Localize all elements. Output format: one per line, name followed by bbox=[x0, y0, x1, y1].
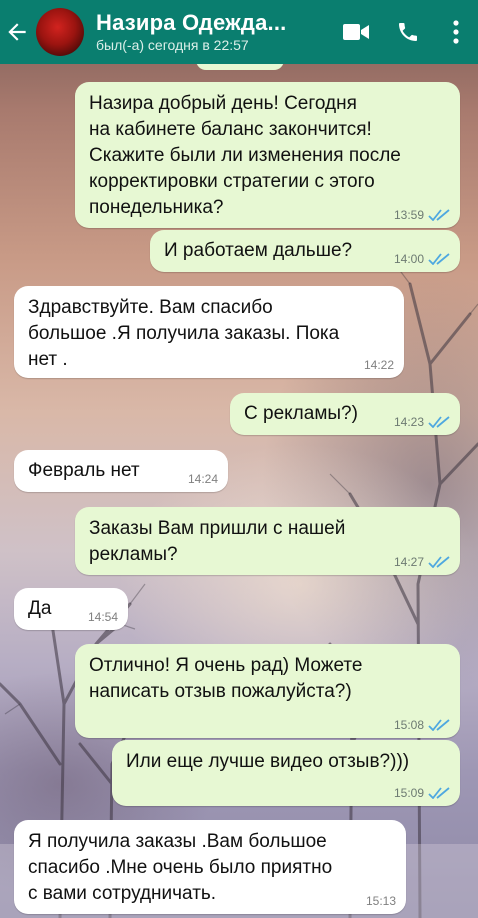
read-receipt-icon bbox=[428, 253, 450, 265]
message-outgoing[interactable]: Или еще лучше видео отзыв?))) 15:09 bbox=[112, 740, 460, 806]
message-incoming[interactable]: Здравствуйте. Вам спасибо большое .Я пол… bbox=[14, 286, 404, 378]
message-outgoing[interactable]: Отлично! Я очень рад) Можете написать от… bbox=[75, 644, 460, 738]
voice-call-button[interactable] bbox=[382, 0, 434, 64]
contact-name: Назира Одежда... bbox=[96, 10, 287, 35]
message-time: 14:27 bbox=[393, 555, 424, 569]
phone-call-icon bbox=[399, 23, 417, 41]
back-arrow-icon bbox=[8, 23, 26, 41]
message-time: 14:00 bbox=[393, 252, 424, 266]
message-time: 14:54 bbox=[87, 610, 118, 624]
more-vert-icon bbox=[453, 20, 459, 44]
message-text: Здравствуйте. Вам спасибо большое .Я пол… bbox=[28, 297, 340, 370]
chat-header: Назира Одежда... был(-а) сегодня в 22:57 bbox=[0, 0, 478, 64]
message-incoming[interactable]: Я получила заказы .Вам большое спасибо .… bbox=[14, 820, 406, 914]
message-incoming[interactable]: Февраль нет 14:24 bbox=[14, 450, 228, 492]
message-outgoing[interactable]: С рекламы?) 14:23 bbox=[230, 393, 460, 435]
back-button[interactable] bbox=[0, 0, 34, 64]
message-text: Я получила заказы .Вам большое спасибо .… bbox=[28, 831, 333, 904]
video-call-icon bbox=[343, 24, 369, 40]
message-text: Назира добрый день! Сегодня на кабинете … bbox=[89, 93, 401, 218]
message-text: Отлично! Я очень рад) Можете написать от… bbox=[89, 655, 363, 702]
message-time: 15:13 bbox=[365, 894, 396, 908]
read-receipt-icon bbox=[428, 209, 450, 221]
message-outgoing[interactable]: Заказы Вам пришли с нашей рекламы? 14:27 bbox=[75, 507, 460, 575]
contact-info[interactable]: Назира Одежда... был(-а) сегодня в 22:57 bbox=[96, 10, 316, 54]
read-receipt-icon bbox=[428, 719, 450, 731]
last-seen-status: был(-а) сегодня в 22:57 bbox=[96, 37, 249, 53]
message-incoming[interactable]: Да 14:54 bbox=[14, 588, 128, 630]
message-time: 15:09 bbox=[393, 786, 424, 800]
video-call-button[interactable] bbox=[330, 0, 382, 64]
message-text: Или еще лучше видео отзыв?))) bbox=[126, 751, 410, 772]
message-outgoing[interactable]: И работаем дальше? 14:00 bbox=[150, 230, 460, 272]
message-time: 14:24 bbox=[187, 472, 218, 486]
read-receipt-icon bbox=[428, 416, 450, 428]
message-time: 15:08 bbox=[393, 718, 424, 732]
read-receipt-icon bbox=[428, 787, 450, 799]
message-outgoing[interactable]: Назира добрый день! Сегодня на кабинете … bbox=[75, 82, 460, 228]
more-options-button[interactable] bbox=[434, 0, 478, 64]
message-time: 14:22 bbox=[363, 358, 394, 372]
message-time: 14:23 bbox=[393, 415, 424, 429]
avatar[interactable] bbox=[36, 8, 84, 56]
read-receipt-icon bbox=[428, 556, 450, 568]
message-time: 13:59 bbox=[393, 208, 424, 222]
